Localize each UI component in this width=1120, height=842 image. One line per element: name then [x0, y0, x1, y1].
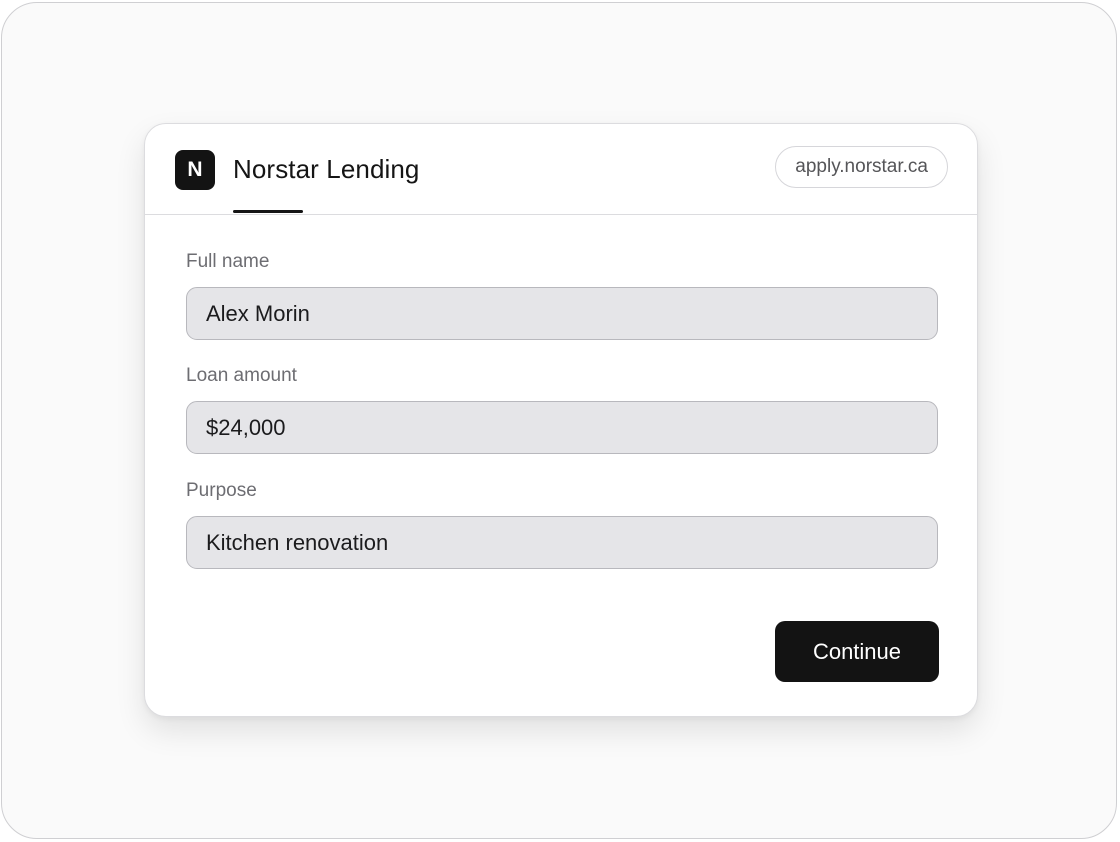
- full-name-input[interactable]: [186, 287, 938, 340]
- brand-logo-icon: N: [175, 150, 215, 190]
- full-name-field: Full name: [186, 250, 938, 340]
- purpose-field: Purpose: [186, 479, 938, 569]
- loan-amount-input[interactable]: [186, 401, 938, 454]
- application-card: N Norstar Lending apply.norstar.ca Full …: [144, 123, 978, 717]
- url-badge: apply.norstar.ca: [775, 146, 948, 188]
- loan-amount-label: Loan amount: [186, 365, 297, 386]
- screen-frame: N Norstar Lending apply.norstar.ca Full …: [1, 2, 1117, 839]
- brand-name: Norstar Lending: [233, 154, 420, 184]
- purpose-label: Purpose: [186, 480, 257, 501]
- card-header: N Norstar Lending apply.norstar.ca: [145, 124, 977, 215]
- loan-amount-field: Loan amount: [186, 364, 938, 454]
- purpose-input[interactable]: [186, 516, 938, 569]
- continue-button[interactable]: Continue: [775, 621, 939, 682]
- full-name-label: Full name: [186, 251, 270, 272]
- active-tab-indicator: [233, 210, 303, 213]
